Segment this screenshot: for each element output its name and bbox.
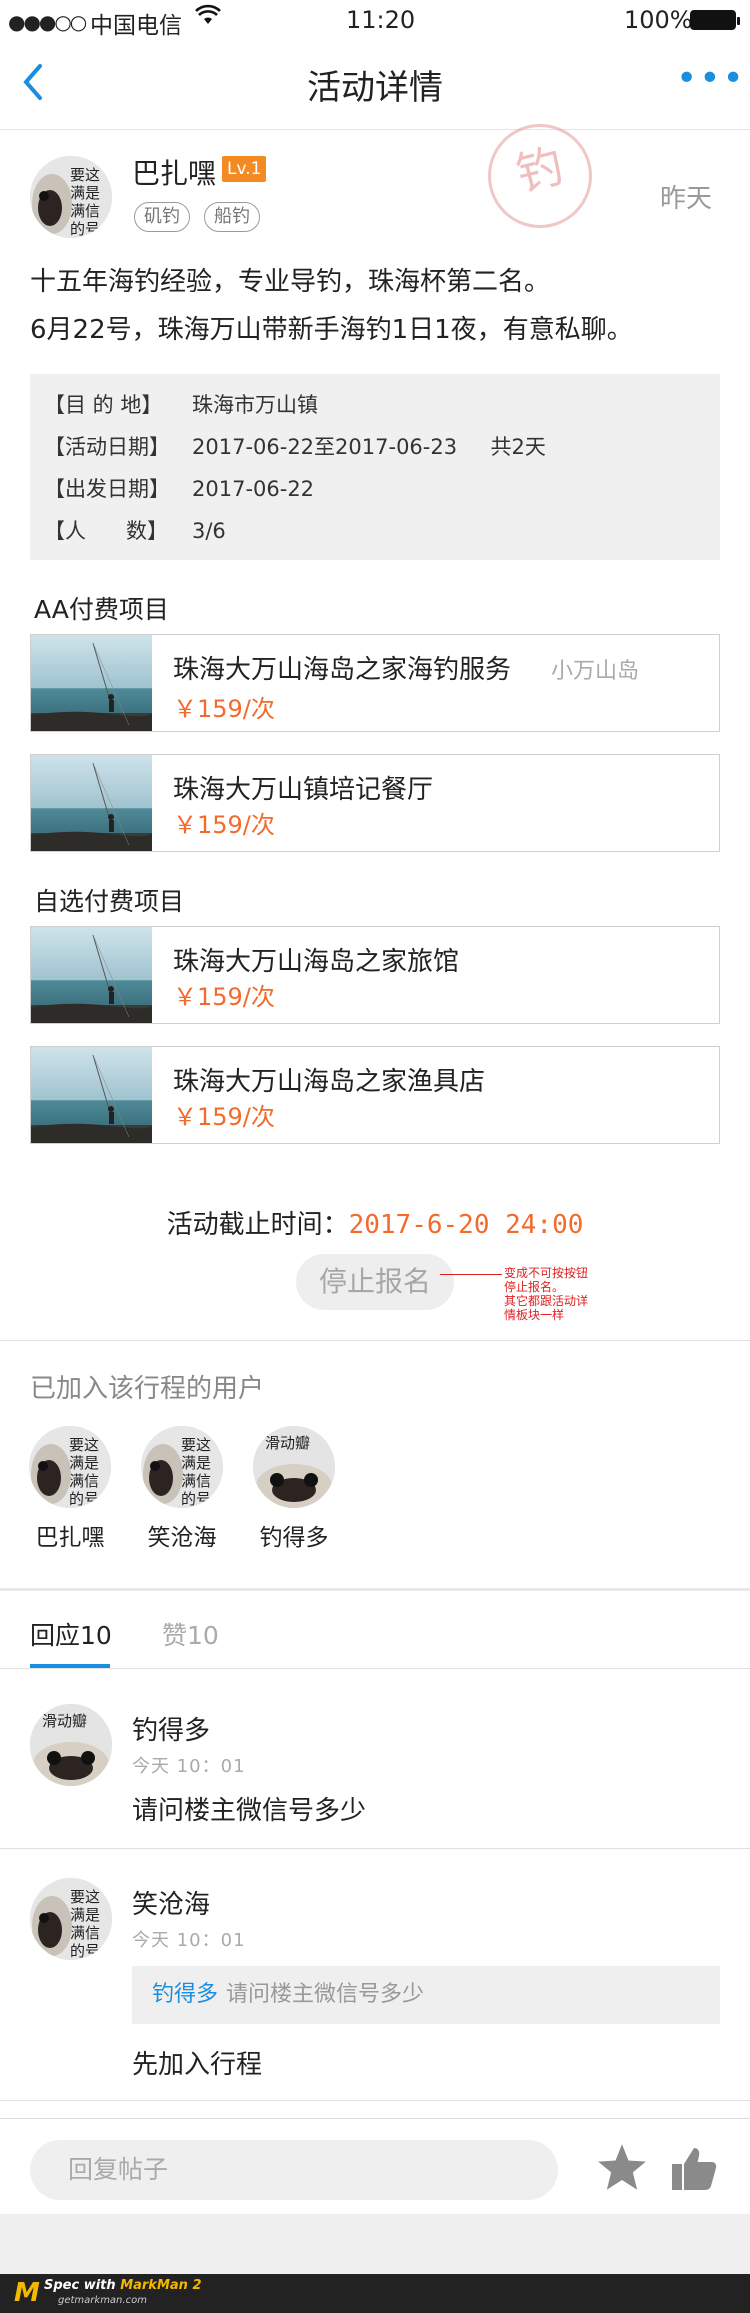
nav-bar: 活动详情 ••• xyxy=(0,40,750,130)
stop-registration-button: 停止报名 xyxy=(296,1254,454,1310)
comment-text: 先加入行程 xyxy=(132,2050,263,2080)
service-card[interactable]: 珠海大万山海岛之家渔具店 ￥159/次 xyxy=(30,1046,720,1144)
annotation-note: 变成不可按按钮 停止报名。 其它都跟活动详 情板块一样 xyxy=(504,1266,589,1322)
service-price: ￥159/次 xyxy=(173,695,275,723)
info-value: 2017-06-22至2017-06-23 共2天 xyxy=(192,435,546,459)
section-divider xyxy=(0,1588,750,1591)
info-key: 【活动日期】 xyxy=(44,435,170,459)
member-avatar xyxy=(29,1426,111,1508)
aa-section-title: AA付费项目 xyxy=(34,595,169,624)
markman-brand: MarkMan 2 xyxy=(120,2278,202,2293)
divider xyxy=(0,1340,750,1341)
tab-likes[interactable]: 赞10 xyxy=(162,1616,219,1652)
tab-replies[interactable]: 回应10 xyxy=(30,1616,112,1652)
battery-icon xyxy=(690,10,740,30)
divider xyxy=(0,2100,750,2101)
info-key: 【出发日期】 xyxy=(44,477,170,501)
post-time: 昨天 xyxy=(660,184,713,214)
back-button[interactable] xyxy=(22,62,44,113)
info-value: 2017-06-22 xyxy=(192,477,315,501)
tag-boat-fishing: 船钓 xyxy=(204,202,260,232)
service-photo xyxy=(31,635,152,731)
member-name: 巴扎嘿 xyxy=(35,1525,105,1551)
member-avatar xyxy=(253,1426,335,1508)
commenter-name[interactable]: 笑沧海 xyxy=(132,1884,210,1921)
service-photo xyxy=(31,755,152,851)
service-price: ￥159/次 xyxy=(173,1103,275,1131)
info-value: 珠海市万山镇 xyxy=(192,393,318,417)
member-name: 钓得多 xyxy=(259,1525,329,1551)
thumbs-up-icon[interactable] xyxy=(670,2146,718,2196)
annotation-line xyxy=(440,1274,502,1275)
carrier-name: 中国电信 xyxy=(90,13,182,39)
status-bar: ●●●○○ 中国电信 11:20 100% xyxy=(0,0,750,40)
markman-logo: M xyxy=(14,2278,40,2308)
markman-url: getmarkman.com xyxy=(58,2295,147,2306)
service-card[interactable]: 珠海大万山镇培记餐厅 ￥159/次 xyxy=(30,754,720,852)
markman-footer: M Spec with MarkMan 2 getmarkman.com xyxy=(0,2274,750,2313)
member-avatar xyxy=(141,1426,223,1508)
service-name: 珠海大万山海岛之家渔具店 xyxy=(173,1067,486,1097)
clock: 11:20 xyxy=(346,6,416,34)
service-name: 珠海大万山海岛之家旅馆 xyxy=(173,947,460,977)
page-title: 活动详情 xyxy=(307,68,443,108)
info-value: 3/6 xyxy=(192,519,226,543)
signal-strength: ●●●○○ xyxy=(8,10,87,34)
member-name: 笑沧海 xyxy=(147,1525,217,1551)
comment-text: 请问楼主微信号多少 xyxy=(132,1796,367,1826)
service-name: 珠海大万山镇培记餐厅 xyxy=(173,775,434,805)
tag-rock-fishing: 矶钓 xyxy=(134,202,190,232)
bottom-spacer xyxy=(0,2214,750,2274)
info-key: 【目 的 地】 xyxy=(44,393,163,417)
service-card[interactable]: 珠海大万山海岛之家海钓服务 小万山岛 ￥159/次 xyxy=(30,634,720,732)
level-badge: Lv.1 xyxy=(222,156,267,182)
more-button[interactable]: ••• xyxy=(676,58,746,99)
battery-percent: 100% xyxy=(624,6,693,34)
service-price: ￥159/次 xyxy=(173,811,275,839)
service-location: 小万山岛 xyxy=(551,659,640,684)
divider xyxy=(0,1668,750,1669)
service-photo xyxy=(31,1047,152,1143)
wifi-icon xyxy=(195,4,221,32)
quoted-author[interactable]: 钓得多 xyxy=(152,1982,218,2007)
divider xyxy=(0,1848,750,1849)
post-description-line2: 6月22号，珠海万山带新手海钓1日1夜，有意私聊。 xyxy=(30,315,633,345)
quoted-text: 请问楼主微信号多少 xyxy=(226,1982,425,2007)
joined-users-title: 已加入该行程的用户 xyxy=(30,1374,265,1404)
markman-title: Spec with MarkMan 2 xyxy=(44,2278,202,2293)
info-key: 【人 数】 xyxy=(44,519,169,543)
author-avatar[interactable] xyxy=(30,156,112,238)
activity-info: 【目 的 地】 珠海市万山镇 【活动日期】 2017-06-22至2017-06… xyxy=(30,374,720,560)
deadline-label: 活动截止时间： xyxy=(166,1210,349,1240)
commenter-avatar[interactable] xyxy=(30,1704,112,1786)
service-photo xyxy=(31,927,152,1023)
service-name: 珠海大万山海岛之家海钓服务 xyxy=(173,655,512,685)
commenter-avatar[interactable] xyxy=(30,1878,112,1960)
comment-time: 今天 10：01 xyxy=(132,1756,246,1777)
comment-time: 今天 10：01 xyxy=(132,1930,246,1951)
member-item[interactable]: 钓得多 xyxy=(239,1426,349,1552)
quoted-comment: 钓得多 请问楼主微信号多少 xyxy=(132,1966,720,2024)
commenter-name[interactable]: 钓得多 xyxy=(132,1710,210,1747)
deadline: 活动截止时间：2017-6-20 24:00 xyxy=(0,1204,750,1241)
post-description-line1: 十五年海钓经验，专业导钓，珠海杯第二名。 xyxy=(30,267,551,297)
author-name[interactable]: 巴扎嘿 xyxy=(132,152,216,192)
service-card[interactable]: 珠海大万山海岛之家旅馆 ￥159/次 xyxy=(30,926,720,1024)
chevron-left-icon xyxy=(23,64,42,100)
deadline-value: 2017-6-20 24:00 xyxy=(348,1210,584,1240)
reply-input[interactable]: 回复帖子 xyxy=(30,2140,558,2200)
optional-section-title: 自选付费项目 xyxy=(34,887,185,916)
member-item[interactable]: 笑沧海 xyxy=(127,1426,237,1552)
service-price: ￥159/次 xyxy=(173,983,275,1011)
star-icon[interactable] xyxy=(596,2142,648,2205)
markman-text-prefix: Spec with xyxy=(44,2278,121,2293)
member-item[interactable]: 巴扎嘿 xyxy=(15,1426,125,1552)
